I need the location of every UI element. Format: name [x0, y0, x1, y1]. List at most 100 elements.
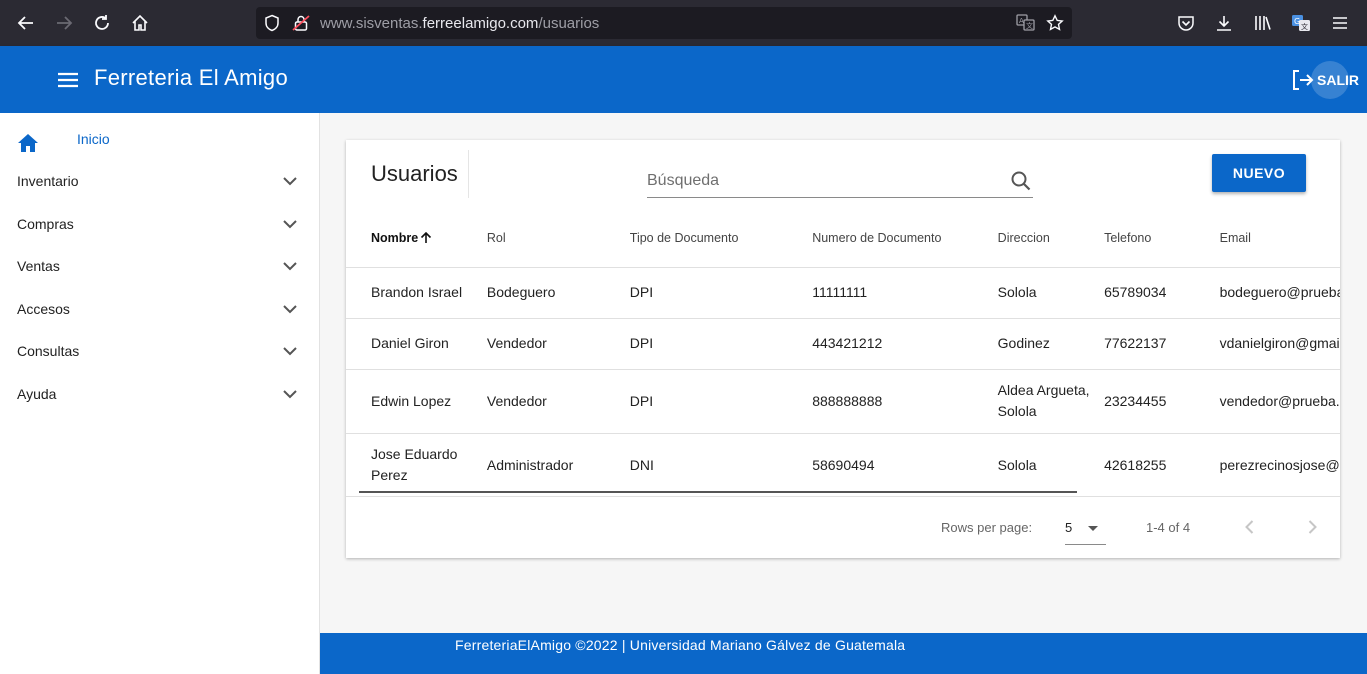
svg-text:A: A	[1019, 17, 1024, 25]
chevron-down-icon	[283, 390, 297, 399]
svg-text:文: 文	[1301, 22, 1308, 31]
cell-nombre: Edwin Lopez	[346, 369, 487, 434]
table-row[interactable]: Daniel Giron Vendedor DPI 443421212 Godi…	[346, 318, 1340, 370]
sidebar-item-inicio[interactable]: Inicio	[0, 119, 320, 161]
sidebar: Inicio Inventario Compras Ventas Accesos…	[0, 113, 320, 674]
logout-button[interactable]: SALIR	[1290, 62, 1359, 98]
forward-icon[interactable]	[50, 9, 78, 37]
cell-nombre: Brandon Israel	[346, 267, 487, 319]
sidebar-item-label: Inicio	[77, 131, 110, 147]
cell-tipo-documento: DNI	[629, 433, 813, 498]
menu-icon[interactable]	[54, 66, 82, 94]
column-header-label: Nombre	[371, 231, 419, 246]
next-page-icon[interactable]	[1302, 517, 1322, 537]
cell-direccion: Solola	[997, 267, 1105, 319]
horizontal-scrollbar[interactable]	[359, 491, 1077, 493]
column-header-numero-documento[interactable]: Numero de Documento	[812, 210, 998, 268]
cell-direccion: Solola	[997, 433, 1105, 498]
library-icon[interactable]	[1249, 9, 1277, 37]
svg-text:文: 文	[1026, 21, 1033, 30]
title-divider	[468, 150, 469, 198]
page-title: Usuarios	[371, 161, 458, 186]
svg-text:G: G	[1294, 17, 1300, 26]
sidebar-item-ventas[interactable]: Ventas	[0, 246, 320, 288]
cell-tipo-documento: DPI	[629, 369, 813, 434]
table-row[interactable]: Jose Eduardo Perez Administrador DNI 586…	[346, 433, 1340, 498]
dropdown-arrow-icon	[1088, 526, 1098, 531]
url-text: www.sisventas.ferreelamigo.com/usuarios	[320, 15, 599, 32]
sidebar-item-accesos[interactable]: Accesos	[0, 289, 320, 331]
cell-direccion: Godinez	[997, 318, 1105, 370]
url-bar[interactable]: www.sisventas.ferreelamigo.com/usuarios …	[256, 7, 1072, 39]
cell-rol: Vendedor	[486, 369, 630, 434]
app-bar: Ferreteria El Amigo SALIR	[0, 46, 1367, 113]
sidebar-item-ayuda[interactable]: Ayuda	[0, 374, 320, 416]
sidebar-item-label: Inventario	[17, 173, 79, 189]
cell-rol: Administrador	[486, 433, 630, 498]
app-menu-icon[interactable]	[1326, 9, 1354, 37]
logout-label: SALIR	[1317, 72, 1359, 88]
column-header-email[interactable]: Email	[1219, 210, 1340, 268]
home-icon	[18, 134, 38, 152]
bookmark-star-icon[interactable]	[1041, 7, 1069, 39]
chevron-down-icon	[283, 305, 297, 314]
column-header-nombre[interactable]: Nombre	[346, 210, 487, 268]
sidebar-item-inventario[interactable]: Inventario	[0, 161, 320, 203]
sidebar-item-label: Ayuda	[17, 386, 57, 402]
translate-icon[interactable]: A文	[1012, 7, 1040, 39]
cell-telefono: 77622137	[1104, 318, 1220, 370]
pagination-range: 1-4 of 4	[1146, 520, 1191, 535]
search-icon[interactable]	[1009, 169, 1033, 193]
chevron-down-icon	[283, 220, 297, 229]
table-row[interactable]: Edwin Lopez Vendedor DPI 888888888 Aldea…	[346, 369, 1340, 434]
back-icon[interactable]	[12, 9, 40, 37]
cell-nombre: Daniel Giron	[346, 318, 487, 370]
cell-email: vendedor@prueba.com	[1219, 369, 1340, 434]
pocket-icon[interactable]	[1172, 9, 1200, 37]
cell-numero-documento: 888888888	[812, 369, 998, 434]
users-card: Usuarios NUEVO Nombre Rol Tipo de Docume…	[346, 140, 1340, 558]
column-header-telefono[interactable]: Telefono	[1104, 210, 1220, 268]
table-row[interactable]: Brandon Israel Bodeguero DPI 11111111 So…	[346, 267, 1340, 319]
home-browser-icon[interactable]	[126, 9, 154, 37]
column-header-tipo-documento[interactable]: Tipo de Documento	[629, 210, 813, 268]
cell-rol: Bodeguero	[486, 267, 630, 319]
cell-direccion: Aldea Argueta, Solola	[997, 369, 1105, 434]
cell-telefono: 23234455	[1104, 369, 1220, 434]
cell-numero-documento: 58690494	[812, 433, 998, 498]
reload-icon[interactable]	[88, 9, 116, 37]
chevron-down-icon	[283, 177, 297, 186]
cell-email: vdanielgiron@gmail.com	[1219, 318, 1340, 370]
page-footer: FerreteriaElAmigo ©2022 | Universidad Ma…	[320, 633, 1367, 674]
url-path: /usuarios	[538, 15, 600, 32]
rows-per-page-value: 5	[1065, 520, 1073, 535]
table-pagination: Rows per page: 5 1-4 of 4	[346, 496, 1340, 558]
cell-rol: Vendedor	[486, 318, 630, 370]
new-user-button[interactable]: NUEVO	[1212, 154, 1306, 192]
translate-extension-icon[interactable]: G文	[1287, 9, 1315, 37]
cell-nombre: Jose Eduardo Perez	[346, 433, 487, 498]
insecure-lock-icon[interactable]	[287, 7, 315, 39]
prev-page-icon[interactable]	[1240, 517, 1260, 537]
sidebar-item-consultas[interactable]: Consultas	[0, 331, 320, 373]
cell-tipo-documento: DPI	[629, 267, 813, 319]
shield-icon[interactable]	[258, 7, 286, 39]
cell-telefono: 42618255	[1104, 433, 1220, 498]
cell-telefono: 65789034	[1104, 267, 1220, 319]
search-input[interactable]	[647, 168, 997, 194]
sidebar-item-label: Ventas	[17, 258, 60, 274]
downloads-icon[interactable]	[1210, 9, 1238, 37]
url-prefix: www.sisventas.	[320, 15, 423, 32]
column-header-rol[interactable]: Rol	[486, 210, 630, 268]
cell-numero-documento: 11111111	[812, 267, 998, 319]
table-header-row: Nombre Rol Tipo de Documento Numero de D…	[346, 210, 1340, 268]
sidebar-item-label: Accesos	[17, 301, 70, 317]
main-content: Usuarios NUEVO Nombre Rol Tipo de Docume…	[320, 113, 1367, 633]
sidebar-item-label: Compras	[17, 216, 74, 232]
chevron-down-icon	[283, 262, 297, 271]
cell-tipo-documento: DPI	[629, 318, 813, 370]
sidebar-item-compras[interactable]: Compras	[0, 204, 320, 246]
rows-per-page-select[interactable]: 5	[1065, 515, 1106, 545]
column-header-direccion[interactable]: Direccion	[997, 210, 1105, 268]
search-field[interactable]	[647, 164, 1033, 198]
